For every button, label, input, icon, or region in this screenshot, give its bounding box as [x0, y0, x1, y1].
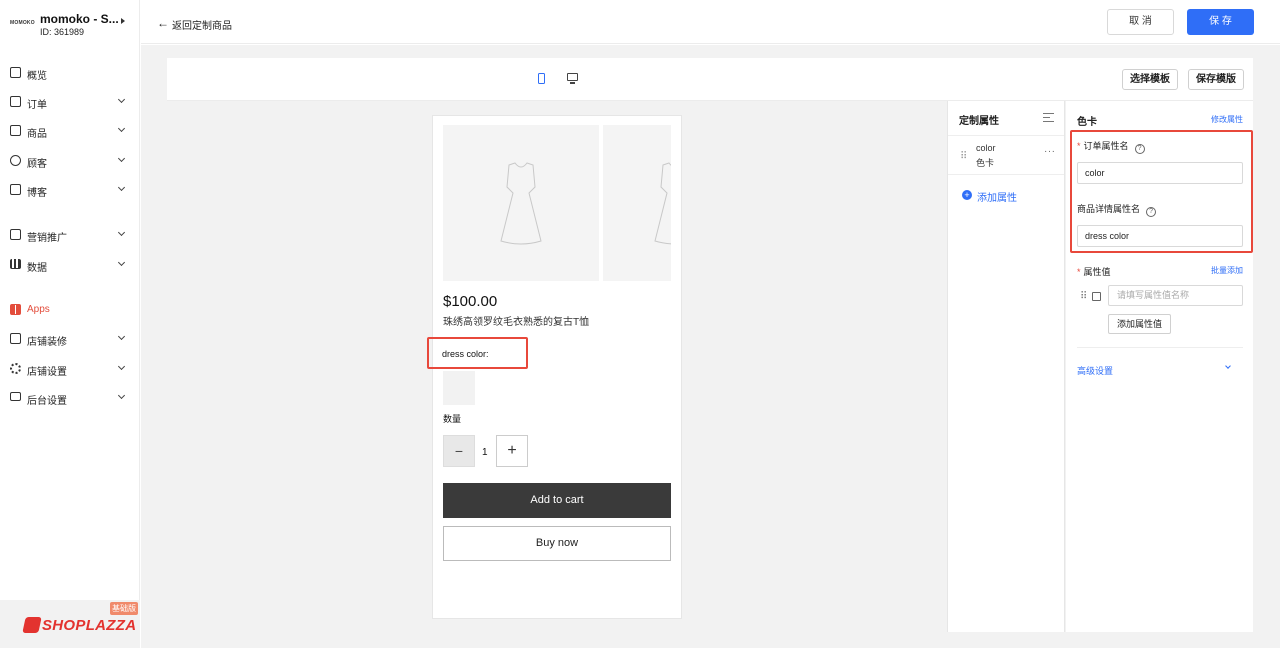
product-price: $100.00 [443, 293, 498, 310]
divider [1077, 347, 1243, 348]
values-label-text: 属性值 [1083, 267, 1111, 277]
monitor-icon [10, 392, 21, 401]
sidebar-item-label: 后台设置 [27, 396, 67, 407]
sidebar-item-label: 店铺设置 [27, 367, 67, 378]
product-image[interactable] [443, 125, 599, 281]
brand-footer: 基础版 SHOPLAZZA [0, 600, 140, 648]
quantity-decrease-button[interactable]: − [443, 435, 475, 467]
values-label: * 属性值 [1077, 265, 1111, 278]
value-name-input[interactable]: 请填写属性值名称 [1108, 285, 1243, 306]
save-button[interactable]: 保 存 [1187, 9, 1254, 35]
attribute-item[interactable]: ⠿ color 色卡 ··· [948, 135, 1064, 175]
product-image-secondary[interactable] [603, 125, 671, 281]
sidebar-item-label: 概览 [27, 71, 47, 82]
sidebar-item-analytics[interactable]: 数据 [0, 255, 140, 277]
sidebar-item-overview[interactable]: 概览 [0, 63, 140, 85]
sidebar-item-admin-settings[interactable]: 后台设置 [0, 388, 140, 410]
add-value-button[interactable]: 添加属性值 [1108, 314, 1171, 334]
add-to-cart-button[interactable]: Add to cart [443, 483, 671, 518]
sidebar-item-label: 订单 [27, 100, 47, 111]
chevron-down-icon [117, 391, 126, 400]
more-options-icon[interactable]: ··· [1044, 146, 1056, 157]
settings-gear-icon [10, 363, 21, 374]
storefront-icon [10, 333, 21, 344]
chevron-down-icon [117, 228, 126, 237]
sidebar-item-apps[interactable]: Apps [0, 300, 140, 322]
dress-image-icon [654, 162, 671, 245]
buy-now-button[interactable]: Buy now [443, 526, 671, 561]
back-label: 返回定制商品 [172, 21, 232, 32]
custom-attributes-panel [947, 101, 1065, 632]
analytics-icon [10, 259, 21, 269]
sidebar-item-store-settings[interactable]: 店铺设置 [0, 359, 140, 381]
chevron-down-icon [117, 183, 126, 192]
sidebar-item-storefront[interactable]: 店铺装修 [0, 329, 140, 351]
desktop-view-icon[interactable] [567, 73, 578, 84]
top-bar: ← 返回定制商品 取 消 保 存 [141, 0, 1280, 44]
mobile-view-icon[interactable] [538, 73, 545, 84]
store-switcher[interactable]: MOMOKO momoko - S... ID: 361989 [10, 12, 135, 40]
chevron-down-icon [117, 154, 126, 163]
drag-handle-icon[interactable]: ⠿ [960, 151, 967, 162]
sidebar-item-label: Apps [27, 304, 50, 315]
product-title: 珠绣高领罗纹毛衣熟悉的复古T恤 [443, 317, 590, 328]
panel-title: 定制属性 [959, 116, 999, 127]
chevron-down-icon [117, 124, 126, 133]
editor-toolbar: 选择模板 保存模版 [167, 58, 1253, 101]
sidebar-item-label: 博客 [27, 188, 47, 199]
collapse-menu-icon[interactable] [1043, 113, 1054, 122]
sidebar-item-label: 商品 [27, 129, 47, 140]
highlight-box [1070, 130, 1253, 253]
marketing-icon [10, 229, 21, 240]
sidebar-item-label: 营销推广 [27, 233, 67, 244]
sidebar-item-marketing[interactable]: 营销推广 [0, 225, 140, 247]
store-logo: MOMOKO [10, 20, 35, 26]
brand-name: SHOPLAZZA [42, 617, 137, 634]
store-id: ID: 361989 [40, 27, 85, 37]
sidebar-item-label: 数据 [27, 263, 47, 274]
drag-handle-icon[interactable]: ⠿ [1080, 291, 1087, 302]
chevron-down-icon [117, 362, 126, 371]
sidebar-item-orders[interactable]: 订单 [0, 92, 140, 114]
product-bag-icon [10, 125, 21, 136]
chevron-down-icon [117, 95, 126, 104]
chevron-down-icon [117, 258, 126, 267]
apps-icon [10, 304, 21, 315]
advanced-settings-toggle[interactable]: 高级设置 [1077, 364, 1113, 377]
sidebar-item-blog[interactable]: 博客 [0, 180, 140, 202]
cancel-button[interactable]: 取 消 [1107, 9, 1174, 35]
required-mark: * [1077, 267, 1081, 277]
quantity-value: 1 [482, 447, 488, 458]
quantity-increase-button[interactable]: + [496, 435, 528, 467]
dress-image-icon [500, 162, 542, 245]
caret-right-icon [121, 18, 125, 24]
sidebar-item-customers[interactable]: 顾客 [0, 151, 140, 173]
customer-icon [10, 155, 21, 166]
highlight-box [427, 337, 528, 369]
order-icon [10, 96, 21, 107]
chevron-down-icon [117, 332, 126, 341]
sidebar-item-products[interactable]: 商品 [0, 121, 140, 143]
settings-title: 色卡 [1077, 117, 1097, 128]
arrow-left-icon: ← [157, 16, 169, 30]
edit-attribute-link[interactable]: 修改属性 [1211, 114, 1243, 125]
plan-badge: 基础版 [110, 602, 138, 615]
store-name: momoko - S... [40, 12, 119, 26]
plus-circle-icon: + [962, 190, 972, 200]
color-swatch[interactable] [443, 371, 475, 405]
blog-icon [10, 184, 21, 195]
save-template-button[interactable]: 保存模版 [1188, 69, 1244, 90]
add-attribute-label: 添加属性 [977, 193, 1017, 204]
sidebar-item-label: 店铺装修 [27, 337, 67, 348]
attribute-name: color [976, 143, 996, 153]
batch-add-link[interactable]: 批量添加 [1211, 265, 1243, 276]
sidebar: MOMOKO momoko - S... ID: 361989 概览 订单 商品… [0, 0, 140, 648]
quantity-label: 数量 [443, 414, 462, 424]
sidebar-item-label: 顾客 [27, 159, 47, 170]
attribute-type: 色卡 [976, 158, 995, 168]
overview-icon [10, 67, 21, 78]
shoplazza-logo-icon [22, 617, 42, 633]
image-icon[interactable] [1092, 292, 1101, 301]
choose-template-button[interactable]: 选择模板 [1122, 69, 1178, 90]
